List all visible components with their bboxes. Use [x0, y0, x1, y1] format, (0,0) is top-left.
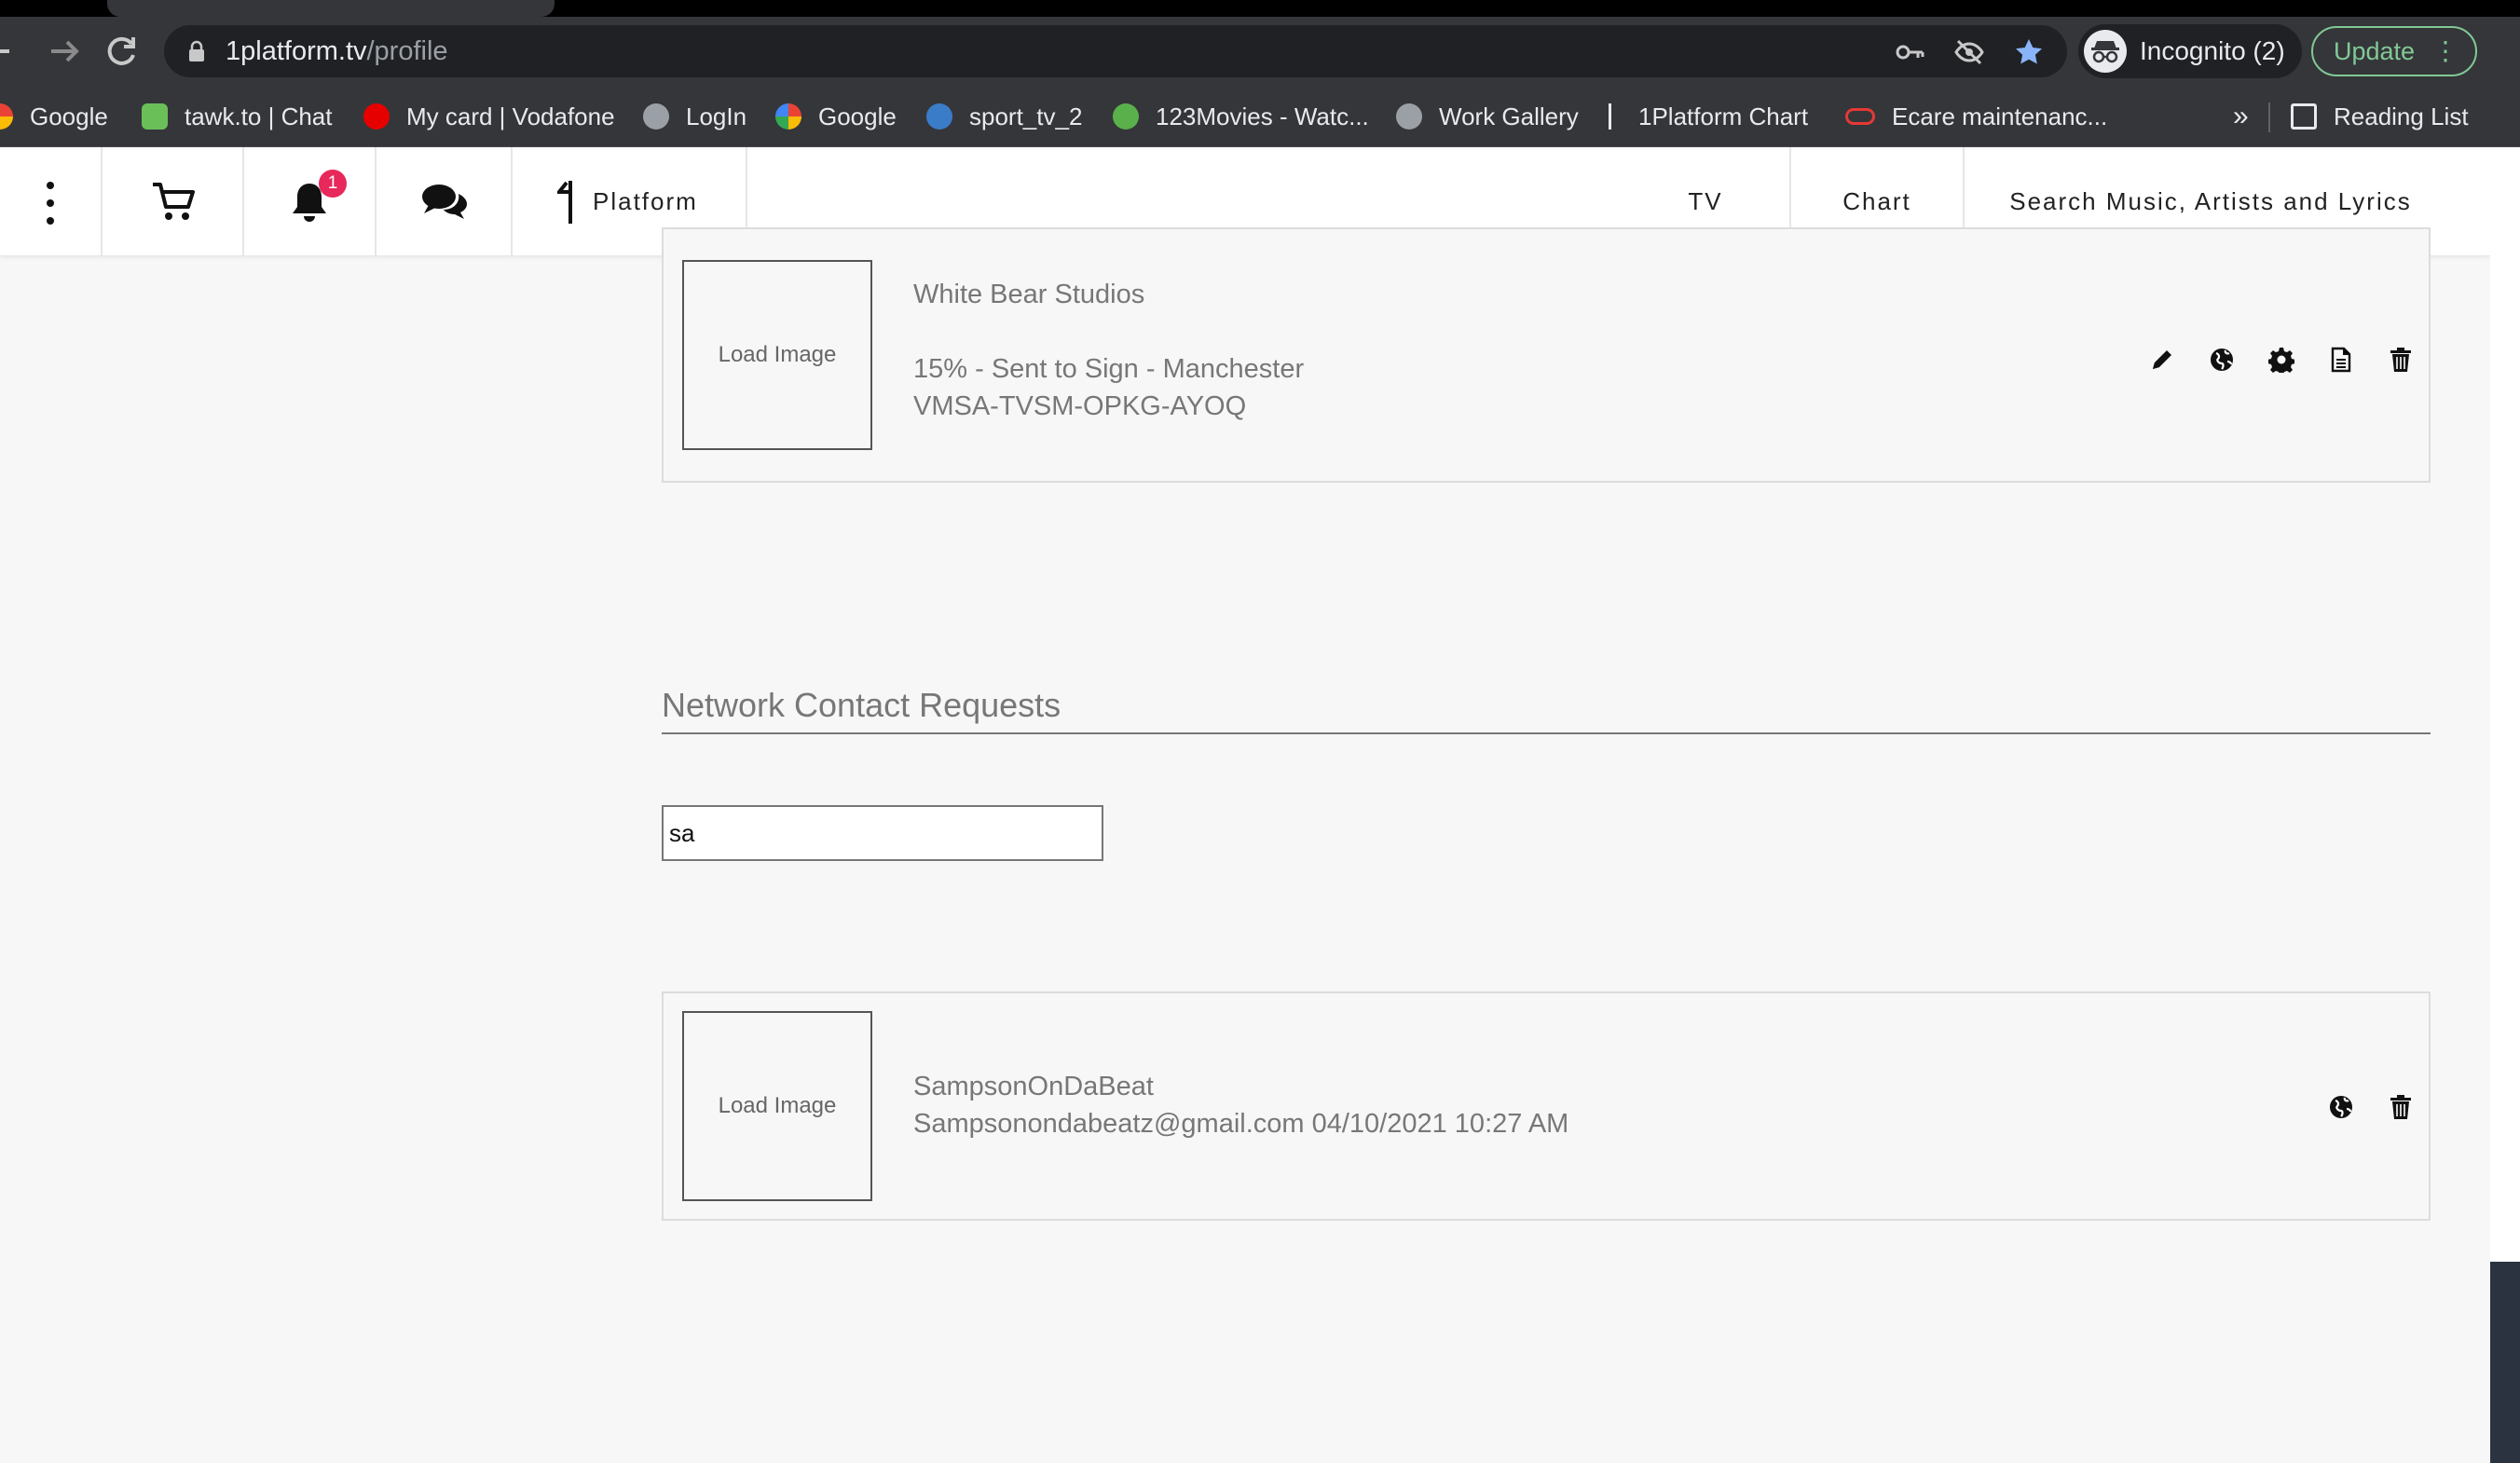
notifications-button[interactable] — [244, 147, 377, 256]
globe-icon[interactable] — [2328, 1094, 2354, 1120]
tab-strip — [0, 0, 2520, 17]
address-bar[interactable]: 1platform.tv/profile — [164, 25, 2067, 77]
vodafone-icon — [363, 103, 390, 130]
bookmark-vodafone[interactable]: My card | Vodafone — [363, 86, 615, 147]
studio-card: Load Image White Bear Studios 15% - Sent… — [662, 227, 2431, 483]
bookmark-123movies[interactable]: 123Movies - Watc... — [1113, 86, 1369, 147]
reading-list-icon — [2291, 103, 2317, 130]
bookmarks-overflow-button[interactable]: » — [2233, 86, 2249, 147]
browser-toolbar: 1platform.tv/profile Incognito (2) Updat… — [0, 17, 2520, 86]
update-button[interactable]: Update ⋮ — [2311, 26, 2477, 76]
wordpress-icon — [926, 103, 952, 130]
tawk-icon — [142, 103, 168, 130]
update-label: Update — [2334, 37, 2416, 65]
google-icon — [0, 103, 13, 130]
globe-icon[interactable] — [2209, 347, 2235, 373]
page-content: 1 Platform TV Chart Search Music, Artist… — [0, 147, 2490, 1463]
url-text: 1platform.tv/profile — [226, 36, 448, 66]
google-icon — [775, 103, 801, 130]
active-tab[interactable] — [107, 0, 555, 17]
incognito-profile-button[interactable]: Incognito (2) — [2078, 24, 2302, 78]
lock-icon — [189, 40, 204, 62]
overlay-panel-edge — [2490, 1262, 2520, 1463]
bookmarks-divider — [2268, 103, 2270, 132]
1platform-logo-icon — [557, 181, 572, 224]
incognito-label: Incognito (2) — [2140, 36, 2285, 65]
bookmark-star-icon[interactable] — [2013, 36, 2045, 68]
infinity-icon — [1845, 108, 1875, 126]
load-image-button[interactable]: Load Image — [682, 260, 872, 450]
request-name: SampsonOnDaBeat — [913, 1072, 1154, 1101]
bookmarks-bar: Google tawk.to | Chat My card | Vodafone… — [0, 86, 2520, 147]
eye-off-icon[interactable] — [1953, 36, 1985, 68]
cart-icon — [153, 183, 195, 220]
bookmark-ecare[interactable]: Ecare maintenanc... — [1845, 86, 2107, 147]
load-image-button[interactable]: Load Image — [682, 1011, 872, 1201]
trash-icon[interactable] — [2388, 347, 2414, 373]
menu-button[interactable] — [0, 147, 103, 256]
bookmark-google-2[interactable]: Google — [775, 86, 897, 147]
chat-bubbles-icon — [422, 185, 467, 219]
studio-status: 15% - Sent to Sign - Manchester — [913, 354, 1305, 384]
reload-button[interactable] — [101, 30, 144, 73]
1platform-icon — [1609, 103, 1622, 130]
reload-icon — [107, 36, 135, 65]
pencil-icon[interactable] — [2149, 347, 2175, 373]
key-icon[interactable] — [1894, 36, 1925, 68]
forward-button[interactable] — [43, 30, 86, 73]
bookmark-sport-tv[interactable]: sport_tv_2 — [926, 86, 1082, 147]
notification-count-badge: 1 — [319, 170, 347, 198]
gear-icon[interactable] — [2268, 347, 2294, 373]
reading-list-button[interactable]: Reading List — [2291, 86, 2469, 147]
document-icon[interactable] — [2328, 347, 2354, 373]
cart-button[interactable] — [103, 147, 244, 256]
messages-button[interactable] — [377, 147, 513, 256]
globe-icon — [1396, 103, 1422, 130]
back-arrow-icon — [0, 49, 9, 53]
page-scrollbar-gutter — [2490, 147, 2520, 1463]
play-icon — [1113, 103, 1139, 130]
globe-icon — [643, 103, 669, 130]
bookmark-1platform-chart[interactable]: 1Platform Chart — [1609, 86, 1808, 147]
bookmark-tawk[interactable]: tawk.to | Chat — [142, 86, 333, 147]
incognito-icon — [2084, 30, 2127, 73]
network-requests-title: Network Contact Requests — [662, 686, 2431, 734]
studio-code: VMSA-TVSM-OPKG-AYOQ — [913, 391, 1247, 421]
more-vert-icon: ⋮ — [2432, 36, 2458, 65]
studio-name: White Bear Studios — [913, 280, 1145, 309]
network-request-card: Load Image SampsonOnDaBeat Sampsonondabe… — [662, 991, 2431, 1221]
request-detail: Sampsonondabeatz@gmail.com 04/10/2021 10… — [913, 1109, 1569, 1139]
bookmark-login[interactable]: LogIn — [643, 86, 746, 147]
more-vert-icon — [47, 182, 54, 225]
bookmark-google[interactable]: Google — [0, 86, 108, 147]
forward-arrow-icon — [51, 40, 79, 62]
bookmark-work-gallery[interactable]: Work Gallery — [1396, 86, 1579, 147]
back-button[interactable] — [0, 30, 24, 73]
network-requests-filter-input[interactable] — [662, 805, 1103, 861]
trash-icon[interactable] — [2388, 1094, 2414, 1120]
